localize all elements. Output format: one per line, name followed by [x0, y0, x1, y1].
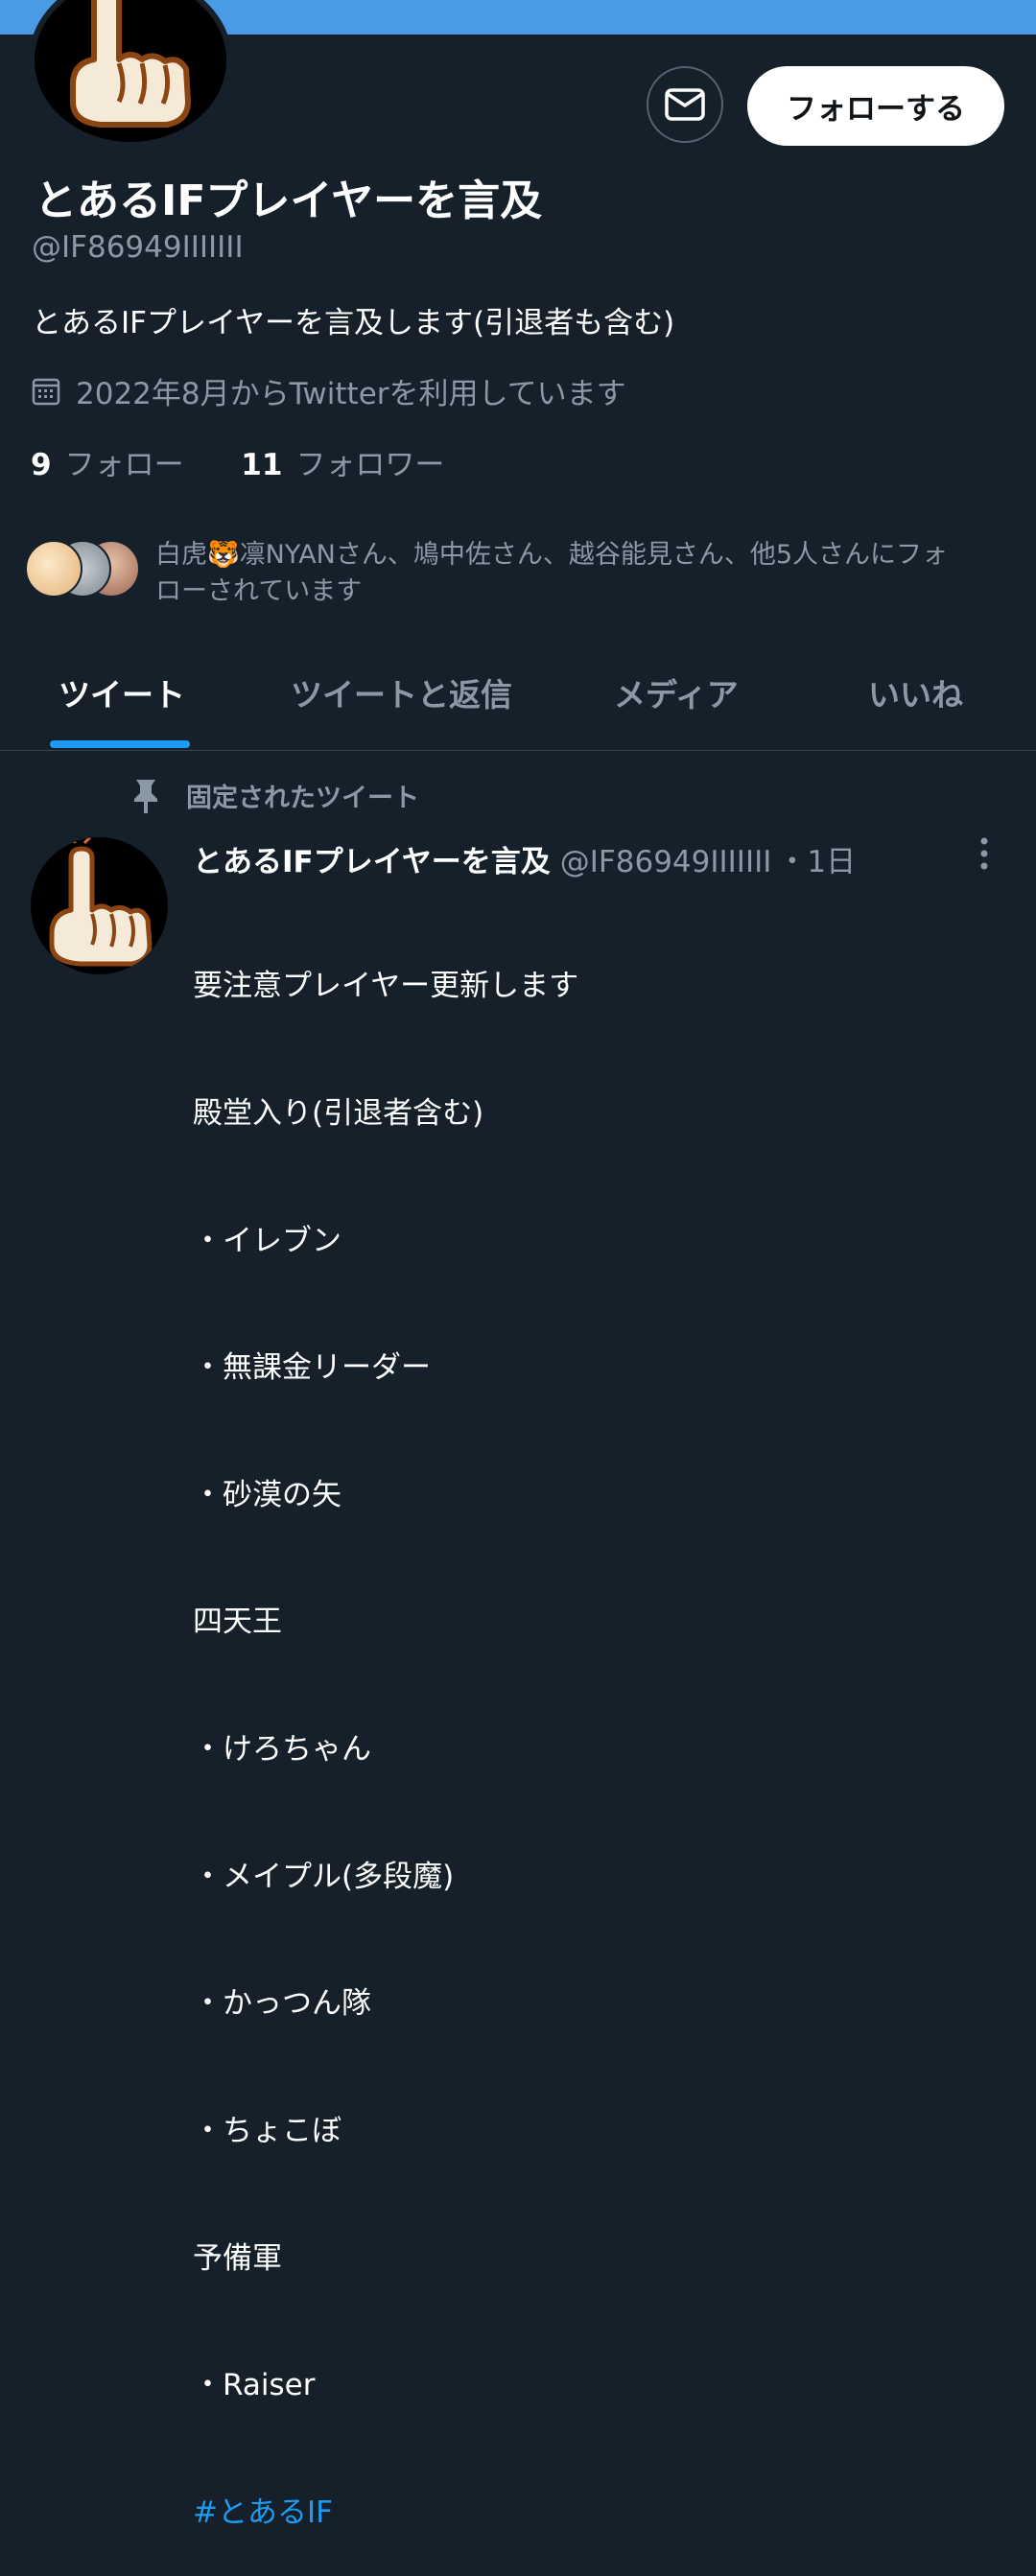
profile-tabs: ツイート ツイートと返信 メディア いいね	[0, 652, 1036, 751]
tweet-author-avatar[interactable]	[31, 837, 168, 974]
tweet-line: ・けろちゃん	[193, 1732, 371, 1768]
tweet-line: ・かっつん隊	[193, 1986, 371, 2022]
tab-media[interactable]: メディア	[614, 669, 739, 715]
tweet-line: ・ちょこぼ	[193, 2113, 341, 2148]
tweet-line: ・イレブン	[193, 1223, 341, 1258]
tweet-line: ・メイプル(多段魔)	[193, 1859, 455, 1894]
followers-link[interactable]: 11 フォロワー	[241, 448, 444, 482]
followers-label: フォロワー	[295, 448, 445, 482]
tweet-line: 予備軍	[193, 2240, 282, 2276]
tweet-line: 四天王	[193, 1604, 282, 1640]
calendar-icon	[32, 378, 60, 405]
tab-likes[interactable]: いいね	[868, 669, 963, 715]
message-button[interactable]	[647, 66, 723, 143]
followers-you-know[interactable]: 白虎🐯凛NYANさん、鳩中佐さん、越谷能見さん、他5人さんにフォ ローされていま…	[25, 537, 984, 606]
tweet-line: ・無課金リーダー	[193, 1350, 431, 1386]
following-link[interactable]: 9 フォロー	[31, 448, 184, 482]
profile-handle: @IF86949IIIIIII	[32, 230, 244, 265]
tweet-time[interactable]: ・1日	[777, 845, 856, 879]
followed-by-text: 白虎🐯凛NYANさん、鳩中佐さん、越谷能見さん、他5人さんにフォ ローされていま…	[155, 540, 949, 606]
tweet-body: 要注意プレイヤー更新します 殿堂入り(引退者含む) ・イレブン ・無課金リーダー…	[193, 880, 578, 2576]
active-tab-indicator	[50, 740, 190, 748]
pinned-label: 固定されたツイート	[130, 777, 419, 814]
tab-tweets-and-replies[interactable]: ツイートと返信	[291, 669, 512, 715]
tweet-header: とあるIFプレイヤーを言及 @IF86949IIIIIII ・1日	[193, 837, 856, 880]
tweet-author-handle[interactable]: @IF86949IIIIIII	[560, 845, 772, 879]
tweet-line: 殿堂入り(引退者含む)	[193, 1096, 484, 1132]
envelope-icon	[665, 88, 705, 121]
tweet-line: 要注意プレイヤー更新します	[193, 969, 579, 1004]
follower-avatar	[25, 540, 82, 597]
hashtag-link[interactable]: #とあるIF	[193, 2492, 578, 2534]
tab-tweets[interactable]: ツイート	[59, 669, 185, 715]
tweet-author-name[interactable]: とあるIFプレイヤーを言及	[193, 845, 551, 879]
joined-date: 2022年8月からTwitterを利用しています	[32, 369, 626, 412]
follow-button[interactable]: フォローする	[747, 66, 1004, 146]
profile-bio: とあるIFプレイヤーを言及します(引退者も含む)	[32, 306, 675, 340]
following-label: フォロー	[64, 448, 184, 482]
tweet-line: ・砂漠の矢	[193, 1477, 341, 1512]
tweet-line: ・Raiser	[193, 2368, 316, 2403]
pointing-hand-icon	[49, 837, 153, 967]
joined-text: 2022年8月からTwitterを利用しています	[76, 377, 626, 411]
pin-icon	[134, 779, 157, 813]
profile-name: とあるIFプレイヤーを言及	[35, 176, 543, 225]
more-options-icon[interactable]	[975, 837, 994, 872]
follow-counts: 9 フォロー 11 フォロワー	[31, 440, 444, 483]
profile-avatar[interactable]	[29, 0, 232, 148]
pointing-hand-icon	[70, 0, 191, 128]
following-count: 9	[31, 448, 52, 482]
followers-count: 11	[241, 448, 283, 482]
